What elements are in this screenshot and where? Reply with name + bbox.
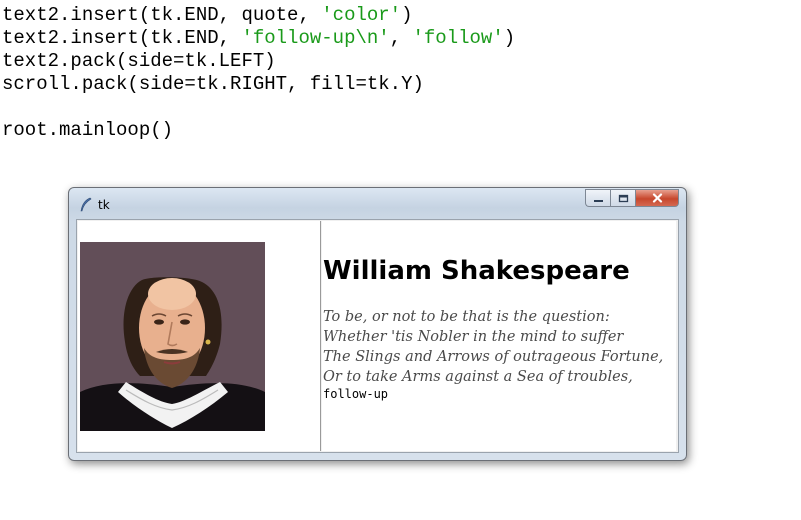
shakespeare-portrait [80,242,265,431]
quote-line: To be, or not to be that is the question… [323,309,610,325]
maximize-icon [618,194,628,202]
code-line: root.mainloop() [2,119,174,141]
quote-line: Whether 'tis Nobler in the mind to suffe… [323,329,624,345]
code-text: ) [503,27,516,49]
text-widget[interactable]: William Shakespeare To be, or not to be … [322,221,676,451]
close-button[interactable] [635,189,679,207]
tk-window: tk William Shakespeare To be, or not to … [68,187,687,461]
code-text: text2.insert(tk.END, quote, [2,4,322,26]
code-text: text2.insert(tk.END, [2,27,242,49]
code-line: text2.pack(side=tk.LEFT) [2,50,276,72]
code-snippet: text2.insert(tk.END, quote, 'color') tex… [2,4,515,142]
code-text: , [389,27,413,49]
quote-text: To be, or not to be that is the question… [323,307,663,387]
followup-text: follow-up [323,387,389,401]
window-title: tk [98,198,110,212]
quote-line: Or to take Arms against a Sea of trouble… [323,369,633,385]
code-string: 'follow' [412,27,504,49]
window-client-area: William Shakespeare To be, or not to be … [76,219,679,453]
code-text: ) [401,4,413,26]
minimize-icon [593,199,603,202]
image-text-widget[interactable] [78,221,321,451]
code-line: text2.insert(tk.END, quote, 'color') [2,4,515,27]
heading-text: William Shakespeare [323,256,630,286]
maximize-button[interactable] [610,189,635,207]
window-controls [585,189,679,208]
feather-icon [80,197,92,212]
title-bar[interactable]: tk [69,188,686,218]
close-icon [652,193,662,203]
quote-line: The Slings and Arrows of outrageous Fort… [323,349,664,365]
code-line: scroll.pack(side=tk.RIGHT, fill=tk.Y) [2,73,424,95]
code-string: 'follow-up\n' [241,27,390,49]
minimize-button[interactable] [585,189,610,207]
code-string: 'color' [321,4,402,26]
code-line: text2.insert(tk.END, 'follow-up\n', 'fol… [2,27,515,50]
